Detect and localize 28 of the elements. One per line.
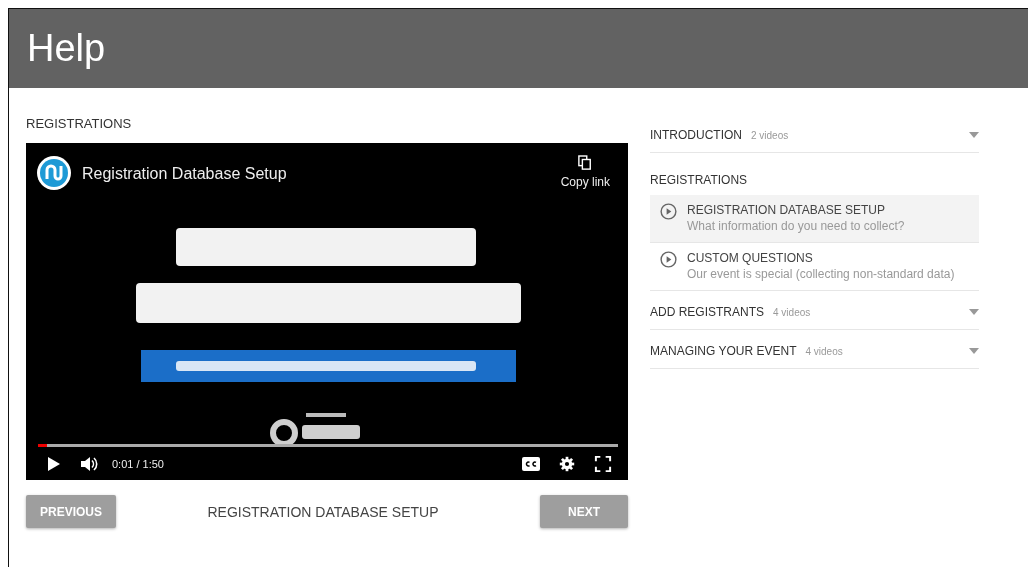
page-title: Help: [27, 27, 106, 70]
captions-icon[interactable]: [522, 456, 540, 472]
playlist-section-header[interactable]: INTRODUCTION 2 videos: [650, 122, 979, 144]
caret-icon[interactable]: [969, 132, 979, 138]
playlist-item[interactable]: REGISTRATION DATABASE SETUP What information do you need to collect?: [650, 195, 979, 243]
playlist-section-header[interactable]: ADD REGISTRANTS 4 videos: [650, 299, 979, 321]
playlist-item[interactable]: CUSTOM QUESTIONS Our event is special (collecting non-standard data): [650, 243, 979, 291]
play-circle-icon: [660, 203, 677, 220]
copy-link-button[interactable]: Copy link: [560, 155, 610, 189]
play-circle-icon: [660, 251, 677, 268]
playlist-section-header[interactable]: MANAGING YOUR EVENT 4 videos: [650, 338, 979, 360]
video-time: 0:01 / 1:50: [112, 458, 164, 470]
playlist-item-subtitle: Our event is special (collecting non-standard data): [687, 267, 955, 281]
fullscreen-icon[interactable]: [594, 456, 612, 472]
copy-icon: [578, 155, 593, 171]
settings-icon[interactable]: [558, 456, 576, 472]
video-title[interactable]: Registration Database Setup: [82, 165, 561, 183]
section-title: REGISTRATIONS: [26, 116, 133, 131]
playlist-section-header[interactable]: REGISTRATIONS: [650, 167, 979, 195]
playlist-item-title: REGISTRATION DATABASE SETUP: [687, 203, 887, 217]
volume-icon[interactable]: [80, 456, 98, 472]
playlist-item-subtitle: What information do you need to collect?: [687, 219, 905, 233]
current-video-title: REGISTRATION DATABASE SETUP: [207, 503, 439, 520]
channel-logo-icon[interactable]: [36, 155, 72, 191]
caret-icon[interactable]: [969, 309, 979, 315]
progress-track[interactable]: [38, 444, 618, 447]
playlist-item-title: CUSTOM QUESTIONS: [687, 251, 814, 265]
caret-icon[interactable]: [969, 348, 979, 354]
